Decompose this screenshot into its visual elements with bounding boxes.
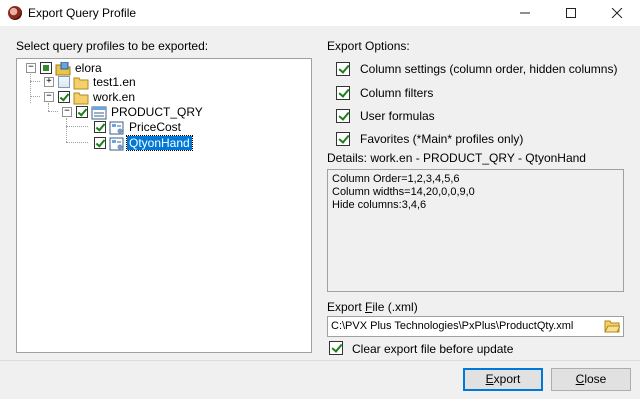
details-line: Hide columns:3,4,6	[332, 199, 427, 211]
collapse-toggle[interactable]: −	[62, 107, 72, 117]
close-button-label: lose	[584, 372, 607, 386]
collapse-toggle[interactable]: −	[26, 63, 36, 73]
details-line: Column widths=14,20,0,0,9,0	[332, 186, 475, 198]
app-icon	[8, 6, 22, 20]
column-settings-checkbox[interactable]	[336, 62, 350, 76]
minimize-button[interactable]	[502, 0, 548, 26]
tree-checkbox[interactable]	[58, 91, 70, 103]
query-icon	[91, 106, 107, 120]
tree-node-label[interactable]: work.en	[91, 90, 137, 104]
user-formulas-label[interactable]: User formulas	[360, 109, 435, 123]
folder-icon	[73, 77, 89, 90]
profiles-label: Select query profiles to be exported:	[16, 39, 209, 53]
collapse-toggle[interactable]: −	[44, 92, 54, 102]
export-file-label-pre: Export	[327, 300, 366, 314]
export-button-mnemonic: E	[485, 372, 494, 386]
tree-line	[30, 81, 40, 82]
details-textbox[interactable]: Column Order=1,2,3,4,5,6 Column widths=1…	[327, 169, 624, 292]
tree-checkbox[interactable]	[40, 62, 52, 74]
browse-folder-icon[interactable]	[604, 319, 620, 333]
tree-node-label-selected[interactable]: QtyonHand	[126, 135, 193, 151]
export-button[interactable]: Export	[463, 368, 543, 391]
details-line: Column Order=1,2,3,4,5,6	[332, 173, 460, 185]
tree-line	[30, 96, 40, 97]
tree-line	[66, 118, 67, 142]
tree-line	[48, 111, 58, 112]
window-title: Export Query Profile	[28, 6, 137, 20]
maximize-button[interactable]	[548, 0, 594, 26]
tree-node-label[interactable]: PriceCost	[127, 120, 183, 134]
column-filters-checkbox[interactable]	[336, 86, 350, 100]
expand-toggle[interactable]: +	[44, 77, 54, 87]
profile-tree[interactable]: − elora + test1.en − work.en − PRODUCT_Q…	[16, 58, 312, 353]
folder-open-icon	[73, 92, 89, 105]
minimize-icon	[520, 12, 530, 14]
tree-node-label[interactable]: test1.en	[91, 75, 138, 89]
favorites-checkbox[interactable]	[336, 132, 350, 146]
export-options-label: Export Options:	[327, 39, 410, 53]
tree-checkbox[interactable]	[76, 106, 88, 118]
favorites-label[interactable]: Favorites (*Main* profiles only)	[360, 132, 523, 146]
tree-node-label[interactable]: PRODUCT_QRY	[109, 105, 205, 119]
column-settings-label[interactable]: Column settings (column order, hidden co…	[360, 62, 617, 76]
tree-line	[66, 142, 88, 143]
title-bar: Export Query Profile	[0, 0, 640, 26]
close-window-button[interactable]	[594, 0, 640, 26]
export-file-label-post: ile (.xml)	[372, 300, 418, 314]
export-button-label: xport	[493, 372, 521, 386]
column-filters-label[interactable]: Column filters	[360, 86, 433, 100]
user-formulas-checkbox[interactable]	[336, 109, 350, 123]
close-button[interactable]: Close	[551, 368, 631, 391]
database-folder-icon	[55, 62, 71, 76]
divider	[0, 360, 640, 361]
clear-export-label[interactable]: Clear export file before update	[352, 342, 513, 356]
export-file-input[interactable]: C:\PVX Plus Technologies\PxPlus\ProductQ…	[327, 316, 624, 337]
tree-line	[66, 126, 88, 127]
clear-export-checkbox[interactable]	[329, 341, 343, 355]
profile-icon	[109, 137, 124, 151]
export-file-path: C:\PVX Plus Technologies\PxPlus\ProductQ…	[331, 320, 574, 332]
tree-checkbox[interactable]	[94, 121, 106, 133]
maximize-icon	[566, 8, 576, 18]
tree-checkbox[interactable]	[58, 76, 70, 88]
profile-icon	[109, 121, 124, 135]
export-file-label: Export File (.xml)	[327, 300, 418, 314]
details-label: Details: work.en - PRODUCT_QRY - QtyonHa…	[327, 151, 586, 165]
close-icon	[611, 7, 623, 19]
tree-line	[48, 103, 49, 111]
tree-checkbox[interactable]	[94, 137, 106, 149]
tree-node-label[interactable]: elora	[73, 61, 104, 75]
tree-line	[30, 74, 31, 103]
